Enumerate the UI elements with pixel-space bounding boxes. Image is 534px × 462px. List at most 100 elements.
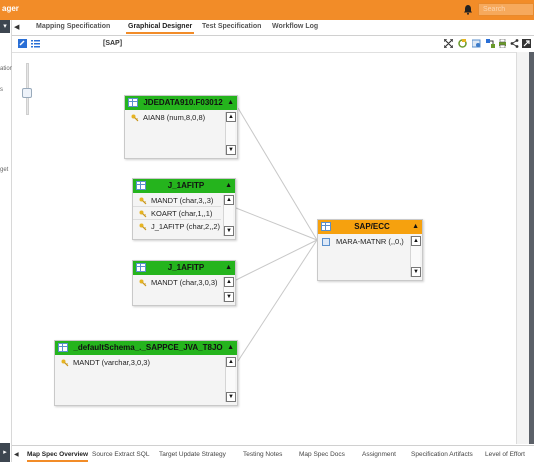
bell-icon[interactable] (463, 4, 473, 15)
table-node-header[interactable]: JDEDATA910.F03012 ▲ (125, 96, 237, 110)
top-bar: ager Search (0, 0, 534, 20)
table-node[interactable]: J_1AFITP ▲ MANDT (char,3,,3) KOART (char… (132, 178, 236, 240)
node-scrollbar[interactable]: ▲ ▼ (225, 357, 236, 402)
scroll-up-icon[interactable]: ▲ (411, 236, 421, 246)
table-column-label: J_1AFITP (char,2,,2) (151, 222, 221, 231)
scroll-up-icon[interactable]: ▲ (224, 277, 234, 287)
tab-map-spec-overview[interactable]: Map Spec Overview (27, 451, 89, 462)
page: ager Search ▾ ation s get ▸ ◀ Mapping Sp… (0, 0, 534, 462)
tab-target-update-strategy[interactable]: Target Update Strategy (159, 451, 226, 458)
table-column-row[interactable]: J_1AFITP (char,2,,2) (133, 221, 221, 233)
key-icon (139, 197, 147, 205)
key-icon (131, 114, 139, 122)
column-icon (322, 238, 330, 246)
tab-test-specification[interactable]: Test Specification (202, 23, 261, 30)
node-scrollbar[interactable]: ▲ ▼ (223, 195, 234, 236)
node-scrollbar[interactable]: ▲ ▼ (223, 277, 234, 302)
table-column-label: MANDT (char,3,,3) (151, 196, 214, 205)
collapse-caret-icon[interactable]: ▲ (225, 179, 232, 193)
key-icon (139, 210, 147, 218)
scroll-down-icon[interactable]: ▼ (224, 226, 234, 236)
table-column-label: MANDT (char,3,0,3) (151, 278, 218, 287)
connector-line (235, 207, 318, 241)
table-column-label: MARA-MATNR (,,0,) (336, 237, 404, 246)
table-column-row[interactable]: MANDT (varchar,3,0,3) (55, 357, 223, 369)
table-node-title: JDEDATA910.F03012 (143, 98, 223, 107)
table-column-row[interactable]: MARA-MATNR (,,0,) (318, 236, 408, 248)
tab-assignment[interactable]: Assignment (362, 451, 396, 458)
scroll-up-icon[interactable]: ▲ (226, 112, 236, 122)
table-node-title: SAP/ECC (354, 222, 390, 231)
designer-canvas[interactable]: JDEDATA910.F03012 ▲ AIAN8 (num,8,0,8) ▲ … (12, 52, 528, 444)
key-icon (61, 359, 69, 367)
tab-graphical-designer[interactable]: Graphical Designer (125, 23, 195, 34)
list-view-icon[interactable] (31, 39, 40, 48)
table-node-header[interactable]: _defaultSchema_._SAPPCE_JVA_T8JO ▲ (55, 341, 237, 355)
table-column-label: KOART (char,1,,1) (151, 209, 213, 218)
table-node[interactable]: J_1AFITP ▲ MANDT (char,3,0,3) ▲ ▼ (132, 260, 236, 306)
canvas-vertical-scrollbar[interactable] (516, 52, 534, 444)
top-tabs: ◀ Mapping Specification Graphical Design… (12, 20, 534, 36)
sidebar-text-fragment: get (0, 167, 9, 173)
table-node-header[interactable]: J_1AFITP ▲ (133, 179, 235, 193)
table-icon (128, 98, 138, 107)
collapse-caret-icon[interactable]: ▲ (227, 341, 234, 355)
table-column-row[interactable]: AIAN8 (num,8,0,8) (125, 112, 223, 124)
key-icon (139, 223, 147, 231)
table-column-label: AIAN8 (num,8,0,8) (143, 113, 206, 122)
tab-specification-artifacts[interactable]: Specification Artifacts (411, 451, 473, 458)
search-input[interactable]: Search (478, 3, 534, 16)
scroll-down-icon[interactable]: ▼ (411, 267, 421, 277)
table-node-title: _defaultSchema_._SAPPCE_JVA_T8JO (73, 343, 223, 352)
tab-mapping-specification[interactable]: Mapping Specification (36, 23, 110, 30)
table-column-label: MANDT (varchar,3,0,3) (73, 358, 150, 367)
expand-icon[interactable] (522, 39, 531, 48)
table-column-row[interactable]: MANDT (char,3,0,3) (133, 277, 221, 289)
table-icon (321, 222, 331, 231)
table-node-header[interactable]: J_1AFITP ▲ (133, 261, 235, 275)
collapse-caret-icon[interactable]: ▲ (225, 261, 232, 275)
layout-icon[interactable] (486, 39, 495, 48)
scroll-up-icon[interactable]: ▲ (224, 195, 234, 205)
tab-scroll-left-icon[interactable]: ◀ (14, 23, 19, 31)
scroll-down-icon[interactable]: ▼ (224, 292, 234, 302)
table-column-row[interactable]: MANDT (char,3,,3) (133, 195, 221, 207)
print-icon[interactable] (498, 39, 507, 48)
tab-source-extract-sql[interactable]: Source Extract SQL (92, 451, 149, 458)
refresh-icon[interactable] (458, 39, 467, 48)
select-tool-icon[interactable] (18, 39, 27, 48)
sidebar-text-fragment: s (0, 87, 3, 93)
table-node-title: J_1AFITP (167, 263, 205, 272)
node-scrollbar[interactable]: ▲ ▼ (410, 236, 421, 277)
table-node-header[interactable]: SAP/ECC ▲ (318, 220, 422, 234)
collapse-caret-icon[interactable]: ▲ (412, 220, 419, 234)
tab-level-of-effort[interactable]: Level of Effort (485, 451, 525, 458)
table-column-row[interactable]: KOART (char,1,,1) (133, 208, 221, 220)
tab-workflow-log[interactable]: Workflow Log (272, 23, 318, 30)
scroll-down-icon[interactable]: ▼ (226, 392, 236, 402)
fit-to-screen-icon[interactable] (444, 39, 453, 48)
tab-map-spec-docs[interactable]: Map Spec Docs (299, 451, 345, 458)
target-table-node[interactable]: SAP/ECC ▲ MARA-MATNR (,,0,) ▲ ▼ (317, 219, 423, 281)
table-icon (58, 343, 68, 352)
share-icon[interactable] (510, 39, 519, 48)
export-image-icon[interactable] (472, 39, 481, 48)
node-scrollbar[interactable]: ▲ ▼ (225, 112, 236, 155)
collapse-caret-icon[interactable]: ▲ (227, 96, 234, 110)
tab-testing-notes[interactable]: Testing Notes (243, 451, 282, 458)
chevron-down-icon[interactable]: ▾ (0, 20, 10, 33)
bottom-tabs: ◀ Map Spec Overview Source Extract SQL T… (12, 445, 534, 462)
connector-line (237, 107, 318, 241)
left-sidebar-strip: ▾ ation s get ▸ (0, 20, 13, 462)
table-icon (136, 181, 146, 190)
scroll-up-icon[interactable]: ▲ (226, 357, 236, 367)
side-panel-edge[interactable] (529, 52, 534, 444)
app-title: ager (2, 4, 19, 13)
table-node[interactable]: _defaultSchema_._SAPPCE_JVA_T8JO ▲ MANDT… (54, 340, 238, 406)
designer-toolbar: [SAP] (12, 37, 534, 51)
connector-line (235, 239, 318, 281)
table-node[interactable]: JDEDATA910.F03012 ▲ AIAN8 (num,8,0,8) ▲ … (124, 95, 238, 159)
tab-scroll-left-icon[interactable]: ◀ (14, 451, 19, 458)
sidebar-bottom-button[interactable]: ▸ (0, 443, 10, 462)
scroll-down-icon[interactable]: ▼ (226, 145, 236, 155)
